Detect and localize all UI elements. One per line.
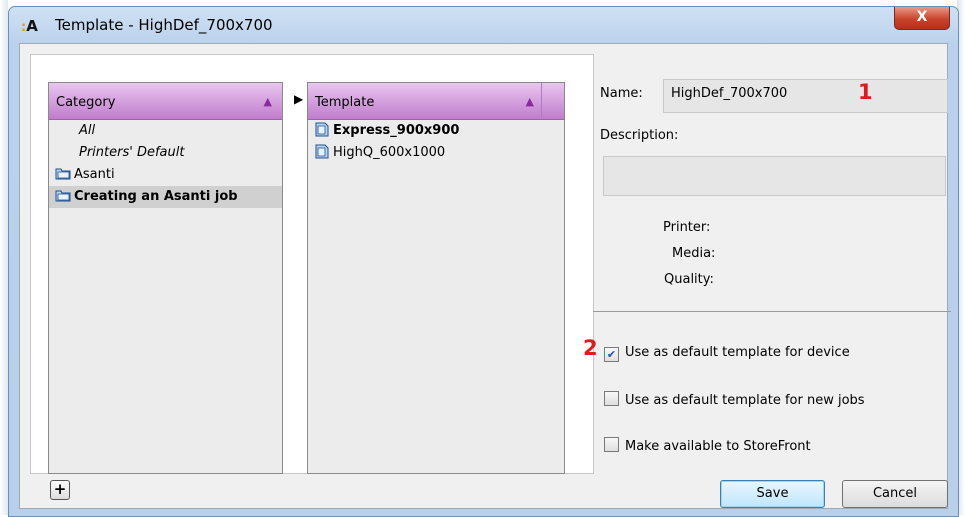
template-list[interactable]: Template ▲ Express_900x900 HighQ_600x100… bbox=[307, 82, 565, 474]
option-default-device[interactable]: ✔ Use as default template for device bbox=[604, 344, 850, 362]
list-item-asanti[interactable]: Asanti bbox=[49, 164, 282, 186]
name-value: HighDef_700x700 bbox=[671, 86, 788, 101]
background-edge-left bbox=[0, 0, 8, 515]
list-item-creating-an-asanti-job[interactable]: Creating an Asanti job bbox=[49, 186, 282, 208]
media-label: Media: bbox=[672, 246, 716, 261]
template-dialog: :A Template - HighDef_700x700 X Category… bbox=[8, 6, 959, 517]
add-category-button[interactable]: + bbox=[50, 480, 70, 500]
list-item-express-900x900[interactable]: Express_900x900 bbox=[308, 120, 564, 142]
name-field[interactable]: HighDef_700x700 bbox=[663, 79, 948, 113]
option-default-new-jobs[interactable]: Use as default template for new jobs bbox=[604, 391, 865, 409]
cancel-button[interactable]: Cancel bbox=[842, 480, 948, 508]
template-icon bbox=[315, 144, 329, 159]
description-label: Description: bbox=[600, 128, 679, 143]
list-item-printers-default[interactable]: Printers' Default bbox=[49, 142, 282, 164]
folder-icon bbox=[55, 190, 71, 202]
title-bar[interactable]: :A Template - HighDef_700x700 X bbox=[9, 7, 958, 41]
column-separator[interactable] bbox=[541, 83, 542, 119]
category-list[interactable]: Category ▲ All Printers' Default Asanti … bbox=[48, 82, 283, 474]
name-label: Name: bbox=[600, 86, 643, 101]
callout-marker-2: 2 bbox=[583, 336, 598, 360]
list-item-highq-600x1000[interactable]: HighQ_600x1000 bbox=[308, 142, 564, 164]
quality-label: Quality: bbox=[664, 272, 714, 287]
plus-icon: + bbox=[53, 480, 67, 498]
sort-ascending-icon[interactable]: ▲ bbox=[264, 95, 272, 108]
sort-ascending-icon[interactable]: ▲ bbox=[526, 95, 534, 108]
default-device-checkbox[interactable]: ✔ bbox=[604, 347, 619, 362]
section-divider bbox=[593, 311, 951, 312]
folder-icon bbox=[55, 168, 71, 180]
category-header[interactable]: Category ▲ bbox=[49, 83, 282, 120]
option-storefront[interactable]: Make available to StoreFront bbox=[604, 437, 811, 455]
storefront-checkbox[interactable] bbox=[604, 437, 619, 452]
close-button[interactable]: X bbox=[894, 7, 950, 30]
category-header-label: Category bbox=[56, 95, 116, 110]
template-header-label: Template bbox=[315, 95, 375, 110]
dialog-body: Category ▲ All Printers' Default Asanti … bbox=[19, 43, 951, 509]
expand-arrow-icon: ▶ bbox=[294, 92, 304, 106]
asanti-app-icon: :A bbox=[21, 17, 38, 35]
close-icon: X bbox=[916, 9, 928, 25]
template-icon bbox=[315, 122, 329, 137]
callout-marker-1: 1 bbox=[858, 80, 873, 104]
description-field[interactable] bbox=[603, 156, 946, 196]
printer-label: Printer: bbox=[663, 220, 711, 235]
save-button[interactable]: Save bbox=[720, 480, 825, 508]
window-title: Template - HighDef_700x700 bbox=[55, 16, 273, 34]
list-item-all[interactable]: All bbox=[49, 120, 282, 142]
default-new-jobs-checkbox[interactable] bbox=[604, 391, 619, 406]
template-header[interactable]: Template ▲ bbox=[308, 83, 564, 120]
